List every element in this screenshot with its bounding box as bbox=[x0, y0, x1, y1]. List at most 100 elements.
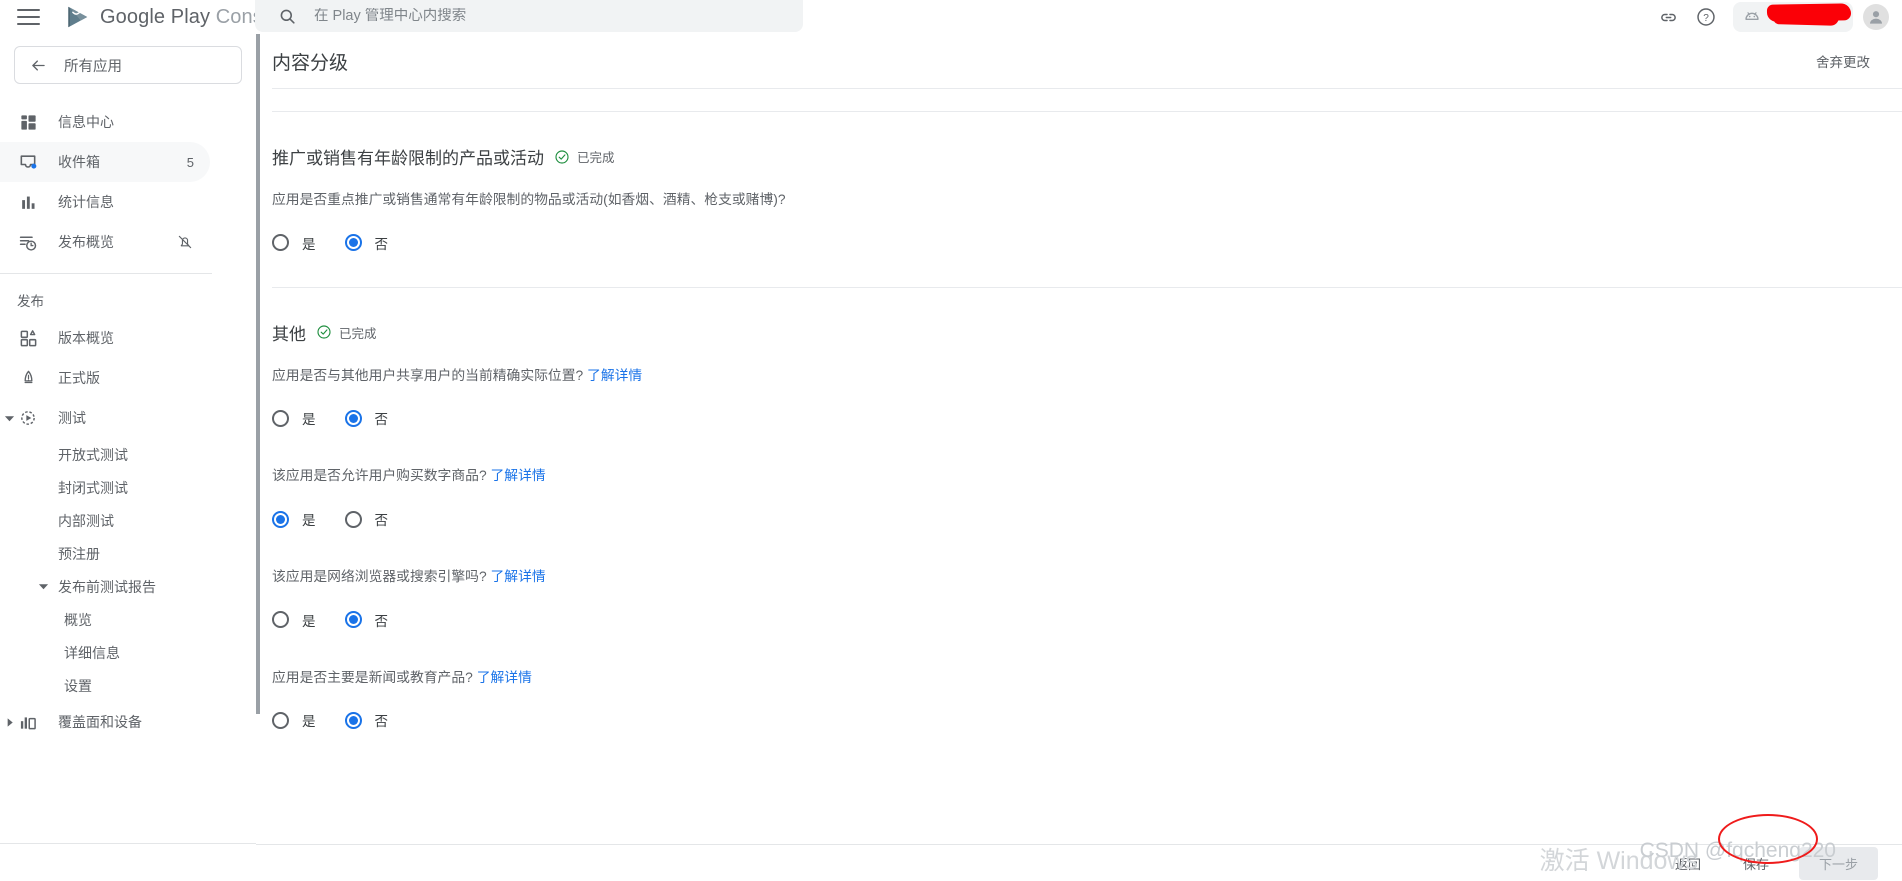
sidebar-item-inbox[interactable]: 收件箱 5 bbox=[0, 142, 210, 182]
check-circle-icon bbox=[555, 149, 569, 164]
sidebar-item-label: 版本概览 bbox=[58, 330, 114, 346]
section-header: 其他 已完成 bbox=[272, 288, 1902, 345]
search-input[interactable] bbox=[314, 8, 754, 24]
caret-down-icon[interactable] bbox=[34, 581, 52, 592]
sidebar-item-internal-testing[interactable]: 内部测试 bbox=[0, 504, 256, 537]
question-text: 应用是否重点推广或销售通常有年龄限制的物品或活动(如香烟、酒精、枪支或赌博)? bbox=[272, 169, 1902, 211]
sidebar-item-label: 收件箱 bbox=[58, 154, 100, 170]
sidebar-item-closed-testing[interactable]: 封闭式测试 bbox=[0, 471, 256, 504]
bar-chart-icon bbox=[17, 193, 39, 212]
top-bar: Google Play Console ? bbox=[0, 0, 1902, 34]
back-button[interactable]: 返回 bbox=[1663, 848, 1713, 879]
save-button[interactable]: 保存 bbox=[1731, 848, 1781, 879]
sidebar-item-release-overview[interactable]: 发布概览 bbox=[0, 222, 210, 262]
learn-more-link[interactable]: 了解详情 bbox=[477, 670, 532, 685]
radio-group: 是 否 bbox=[272, 487, 1902, 529]
sidebar-item-reach-and-devices[interactable]: 覆盖面和设备 bbox=[0, 702, 210, 742]
question-label: 该应用是网络浏览器或搜索引擎吗? bbox=[272, 569, 487, 585]
radio-option-no[interactable]: 否 bbox=[344, 610, 388, 630]
sidebar-item-plr-details[interactable]: 详细信息 bbox=[0, 636, 256, 669]
learn-more-link[interactable]: 了解详情 bbox=[587, 368, 642, 383]
sidebar-item-label: 概览 bbox=[64, 611, 92, 628]
sidebar-item-label: 开放式测试 bbox=[58, 446, 128, 463]
radio-option-yes[interactable]: 是 bbox=[272, 509, 316, 529]
release-timeline-icon bbox=[17, 232, 39, 253]
sidebar: 所有应用 信息中心 收件箱 5 统计信息 发布概览 发布 版本概览 正式版 测试… bbox=[0, 34, 256, 844]
page-header: 内容分级 舍弃更改 bbox=[256, 34, 1902, 88]
app-selector-chip[interactable] bbox=[1733, 2, 1853, 32]
radio-option-yes[interactable]: 是 bbox=[272, 233, 316, 253]
radio-circle-icon bbox=[344, 409, 362, 427]
radio-option-no[interactable]: 否 bbox=[344, 509, 389, 529]
radio-label: 否 bbox=[374, 412, 389, 428]
bell-off-icon[interactable] bbox=[176, 233, 194, 251]
radio-label: 是 bbox=[302, 513, 316, 529]
sidebar-item-label: 信息中心 bbox=[58, 114, 114, 130]
app-root: Google Play Console ? bbox=[0, 0, 1902, 881]
radio-label: 是 bbox=[302, 714, 316, 730]
discard-changes-button[interactable]: 舍弃更改 bbox=[1816, 51, 1870, 71]
sidebar-item-label: 统计信息 bbox=[58, 194, 114, 210]
brand-primary: Google Play bbox=[100, 5, 211, 28]
question-text: 应用是否与其他用户共享用户的当前精确实际位置? 了解详情 bbox=[272, 345, 1902, 387]
content-inner: 内容分级 舍弃更改 推广或销售有年龄限制的产品或活动 已完成 应用是否重点推广或… bbox=[256, 34, 1902, 730]
all-apps-label: 所有应用 bbox=[64, 58, 122, 75]
section-header: 推广或销售有年龄限制的产品或活动 已完成 bbox=[272, 112, 1902, 169]
bottom-action-bar: 返回 保存 下一步 bbox=[256, 844, 1902, 881]
sidebar-item-open-testing[interactable]: 开放式测试 bbox=[0, 438, 256, 471]
radio-group: 是 否 bbox=[272, 211, 1902, 253]
account-avatar-icon[interactable] bbox=[1863, 4, 1889, 30]
sidebar-item-label: 封闭式测试 bbox=[58, 479, 128, 496]
learn-more-link[interactable]: 了解详情 bbox=[490, 569, 545, 584]
section-other: 其他 已完成 应用是否与其他用户共享用户的当前精确实际位置? 了解详情 是 否 … bbox=[256, 288, 1902, 731]
caret-down-icon[interactable] bbox=[0, 413, 18, 424]
next-button[interactable]: 下一步 bbox=[1798, 846, 1878, 880]
status-badge: 已完成 bbox=[316, 323, 377, 342]
radio-label: 是 bbox=[302, 613, 316, 629]
question-text: 应用是否主要是新闻或教育产品? 了解详情 bbox=[272, 630, 1902, 689]
search-bar[interactable] bbox=[255, 0, 803, 32]
testing-play-icon bbox=[17, 408, 39, 428]
sidebar-item-release-summary[interactable]: 版本概览 bbox=[0, 318, 210, 358]
radio-circle-icon bbox=[272, 409, 289, 427]
sidebar-item-plr-overview[interactable]: 概览 bbox=[0, 603, 256, 636]
radio-option-yes[interactable]: 是 bbox=[272, 408, 316, 428]
sidebar-item-label: 发布概览 bbox=[58, 234, 114, 250]
question-label: 应用是否主要是新闻或教育产品? bbox=[272, 669, 473, 685]
sidebar-item-label: 设置 bbox=[64, 677, 92, 694]
radio-option-no[interactable]: 否 bbox=[344, 710, 389, 730]
sidebar-item-testing[interactable]: 测试 bbox=[0, 398, 210, 438]
hamburger-menu-icon[interactable] bbox=[17, 6, 47, 28]
radio-label: 否 bbox=[374, 236, 389, 252]
sidebar-item-plr-settings[interactable]: 设置 bbox=[0, 669, 256, 702]
radio-option-yes[interactable]: 是 bbox=[272, 610, 316, 630]
inbox-badge-count: 5 bbox=[186, 154, 194, 170]
svg-text:?: ? bbox=[1703, 13, 1709, 24]
radio-group: 是 否 bbox=[272, 588, 1902, 630]
sidebar-item-pre-registration[interactable]: 预注册 bbox=[0, 537, 256, 570]
radio-option-no[interactable]: 否 bbox=[344, 233, 389, 253]
sidebar-item-pre-launch-report[interactable]: 发布前测试报告 bbox=[0, 570, 256, 603]
all-apps-button[interactable]: 所有应用 bbox=[14, 46, 242, 84]
learn-more-link[interactable]: 了解详情 bbox=[490, 468, 545, 483]
section-age-restricted: 推广或销售有年龄限制的产品或活动 已完成 应用是否重点推广或销售通常有年龄限制的… bbox=[256, 112, 1902, 253]
radio-label: 否 bbox=[374, 513, 389, 529]
sidebar-item-label: 覆盖面和设备 bbox=[58, 714, 142, 730]
sidebar-item-production[interactable]: 正式版 bbox=[0, 358, 210, 398]
radio-group: 是 否 bbox=[272, 386, 1902, 428]
release-overview-icon bbox=[17, 329, 39, 348]
radio-option-yes[interactable]: 是 bbox=[272, 710, 316, 730]
main-content: 内容分级 舍弃更改 推广或销售有年龄限制的产品或活动 已完成 应用是否重点推广或… bbox=[256, 34, 1902, 844]
top-actions: ? bbox=[1649, 0, 1902, 34]
radio-option-no[interactable]: 否 bbox=[344, 408, 389, 428]
page-title: 内容分级 bbox=[272, 52, 349, 74]
sidebar-item-statistics[interactable]: 统计信息 bbox=[0, 182, 210, 222]
sidebar-item-label: 详细信息 bbox=[64, 644, 120, 661]
sidebar-item-dashboard[interactable]: 信息中心 bbox=[0, 102, 210, 142]
radio-circle-icon bbox=[344, 510, 362, 528]
radio-circle-icon bbox=[272, 234, 289, 252]
help-circle-icon[interactable]: ? bbox=[1687, 0, 1725, 34]
link-icon[interactable] bbox=[1649, 0, 1687, 34]
caret-right-icon[interactable] bbox=[0, 717, 18, 728]
radio-label: 否 bbox=[374, 714, 389, 730]
